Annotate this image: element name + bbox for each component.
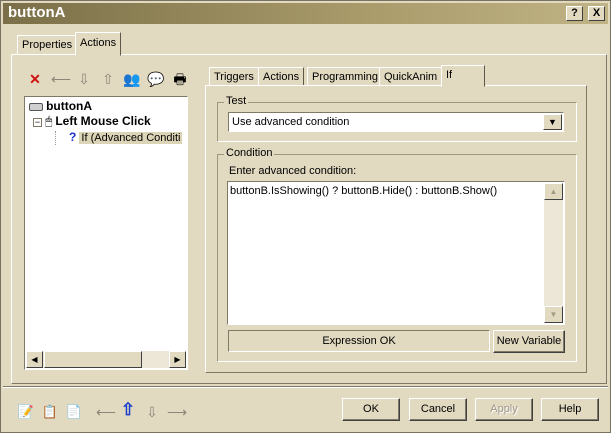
move-up-arrow-icon[interactable]: ⇧ <box>119 401 137 419</box>
tab-if[interactable]: If <box>441 65 485 87</box>
tab-actions[interactable]: Actions <box>75 32 122 56</box>
test-dropdown[interactable]: Use advanced condition ▼ <box>228 112 564 132</box>
tree-horizontal-scrollbar[interactable]: ◀ ▶ <box>26 351 186 368</box>
test-group-label: Test <box>224 95 249 107</box>
tab-programming[interactable]: Programming <box>307 67 384 86</box>
condition-prompt: Enter advanced condition: <box>229 165 357 177</box>
expression-status: Expression OK <box>228 330 490 352</box>
tab-properties[interactable]: Properties <box>17 35 78 55</box>
action-tree[interactable]: buttonA − 🖱 Left Mouse Click ? If (Advan… <box>24 96 188 370</box>
scroll-left-button[interactable]: ◀ <box>26 351 43 368</box>
edit-action-icon[interactable]: 📋 <box>41 403 59 421</box>
comment-icon[interactable]: 💬 <box>147 70 165 88</box>
title-bar[interactable]: buttonA ? X <box>3 3 608 24</box>
ok-button[interactable]: OK <box>342 398 400 421</box>
tree-item-event[interactable]: − 🖱 Left Mouse Click <box>33 114 151 129</box>
tree-root-label: buttonA <box>46 99 93 113</box>
scroll-up-button[interactable]: ▲ <box>544 183 563 200</box>
scroll-right-button[interactable]: ▶ <box>169 351 186 368</box>
question-icon: ? <box>69 130 77 144</box>
condition-group-label: Condition <box>224 147 275 159</box>
collapse-icon[interactable]: − <box>33 117 42 127</box>
close-title-button[interactable]: X <box>588 6 605 21</box>
minus-icon[interactable]: ⟵ <box>51 70 71 88</box>
print-icon[interactable]: 🖶 <box>171 70 189 88</box>
tab-triggers[interactable]: Triggers <box>209 67 259 86</box>
editor-vertical-scrollbar[interactable]: ▲ ▼ <box>544 183 563 323</box>
help-button[interactable]: Help <box>541 398 599 421</box>
tab-inner-actions[interactable]: Actions <box>258 67 305 86</box>
button-icon <box>29 103 43 112</box>
help-title-button[interactable]: ? <box>566 6 583 21</box>
tree-connector <box>55 131 65 145</box>
test-dropdown-value: Use advanced condition <box>232 116 350 128</box>
window-title: buttonA <box>8 4 66 21</box>
move-up-icon[interactable]: ⇧ <box>99 70 117 88</box>
scroll-down-button[interactable]: ▼ <box>544 306 563 323</box>
outdent-icon[interactable]: ⟵ <box>96 403 116 421</box>
delete-icon[interactable]: ✕ <box>26 70 44 88</box>
users-icon[interactable]: 👥 <box>123 70 141 88</box>
indent-icon[interactable]: ⟶ <box>167 403 187 421</box>
new-variable-button[interactable]: New Variable <box>493 330 565 353</box>
tree-event-label: Left Mouse Click <box>55 114 151 128</box>
move-down-arrow-icon[interactable]: ⇩ <box>143 403 161 421</box>
dropdown-arrow-icon[interactable]: ▼ <box>543 114 562 130</box>
bottom-separator <box>3 386 608 388</box>
copy-action-icon[interactable]: 📄 <box>65 403 83 421</box>
mouse-icon: 🖱 <box>45 114 53 128</box>
move-down-icon[interactable]: ⇩ <box>75 70 93 88</box>
tab-quickanim[interactable]: QuickAnim <box>379 67 443 86</box>
condition-editor[interactable]: buttonB.IsShowing() ? buttonB.Hide() : b… <box>227 181 565 325</box>
tree-item-root[interactable]: buttonA <box>29 99 92 113</box>
condition-expression[interactable]: buttonB.IsShowing() ? buttonB.Hide() : b… <box>230 185 497 197</box>
tree-item-action[interactable]: ? If (Advanced Conditi <box>69 130 183 144</box>
dialog-window: buttonA ? X Properties Actions ✕ ⟵ ⇩ ⇧ 👥… <box>0 0 611 433</box>
add-action-icon[interactable]: 📝 <box>17 403 35 421</box>
apply-button[interactable]: Apply <box>475 398 533 421</box>
cancel-button[interactable]: Cancel <box>409 398 467 421</box>
tree-action-label: If (Advanced Conditi <box>79 132 183 144</box>
scroll-thumb[interactable] <box>44 351 142 368</box>
